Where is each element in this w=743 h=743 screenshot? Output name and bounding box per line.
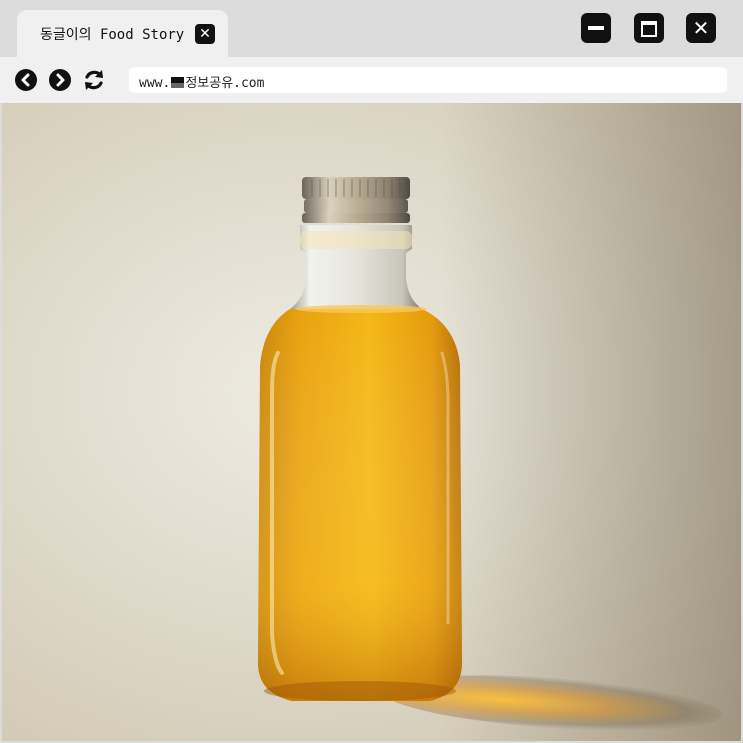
browser-window: 동글이의 Food Story ✕ ✕ www. 정보공유.com bbox=[0, 0, 743, 743]
address-domain: 정보공유.com bbox=[185, 76, 265, 91]
page-content-image bbox=[2, 103, 741, 741]
navigation-bar: www. 정보공유.com bbox=[0, 57, 743, 103]
address-prefix: www. bbox=[139, 76, 171, 91]
address-bar[interactable]: www. 정보공유.com bbox=[129, 67, 727, 93]
tab-close-icon[interactable]: ✕ bbox=[195, 24, 215, 44]
window-close-icon[interactable]: ✕ bbox=[686, 13, 716, 43]
chevron-right-icon[interactable] bbox=[49, 69, 71, 91]
tab-title: 동글이의 Food Story bbox=[40, 27, 185, 43]
minimize-icon[interactable] bbox=[581, 13, 611, 43]
window-close-glyph: ✕ bbox=[692, 16, 710, 40]
flag-icon bbox=[171, 77, 185, 88]
tab-bar: 동글이의 Food Story ✕ ✕ bbox=[0, 0, 743, 57]
oil-bottle-image bbox=[258, 177, 462, 701]
reload-icon[interactable] bbox=[82, 68, 106, 92]
maximize-icon[interactable] bbox=[634, 13, 664, 43]
address-url: www. 정보공유.com bbox=[139, 72, 264, 91]
chevron-left-icon[interactable] bbox=[15, 69, 37, 91]
tab-active[interactable]: 동글이의 Food Story ✕ bbox=[17, 10, 228, 57]
